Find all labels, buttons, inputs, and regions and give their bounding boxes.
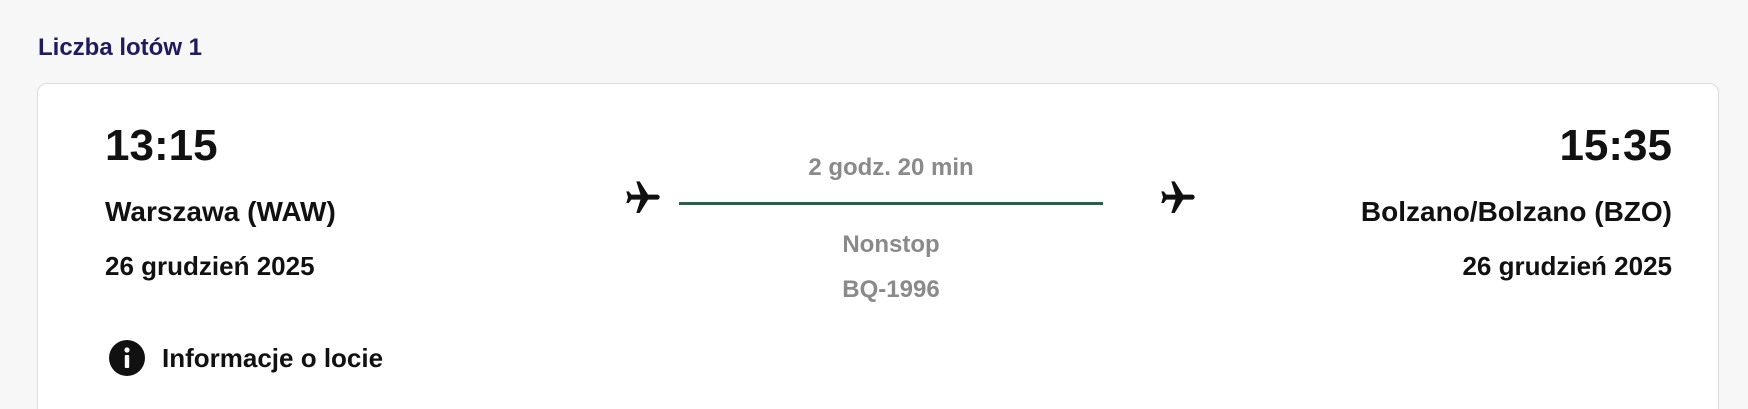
airplane-icon [1158, 178, 1198, 218]
departure-date: 26 grudzień 2025 [105, 251, 315, 281]
flight-results-page: Liczba lotów 1 13:15 Warszawa (WAW) 26 g… [0, 0, 1748, 409]
flight-duration: 2 godz. 20 min [808, 154, 974, 181]
arrival-date: 26 grudzień 2025 [1462, 251, 1672, 281]
stops-label: Nonstop [842, 231, 940, 258]
flight-info-label: Informacje o locie [162, 342, 384, 373]
flight-info-link[interactable]: Informacje o locie [108, 338, 383, 378]
departure-city: Warszawa (WAW) [105, 196, 336, 227]
flight-card[interactable]: 13:15 Warszawa (WAW) 26 grudzień 2025 2 … [37, 83, 1719, 409]
info-icon [108, 339, 146, 377]
route-line [679, 202, 1103, 205]
airplane-icon [623, 178, 663, 218]
arrival-city: Bolzano/Bolzano (BZO) [1360, 196, 1672, 227]
departure-time: 13:15 [105, 121, 218, 170]
arrival-time: 15:35 [1559, 121, 1672, 170]
flight-count-label: Liczba lotów 1 [38, 34, 203, 61]
route-summary: 2 godz. 20 min Nonstop BQ-1996 [623, 144, 1203, 304]
flight-number: BQ-1996 [842, 276, 940, 303]
